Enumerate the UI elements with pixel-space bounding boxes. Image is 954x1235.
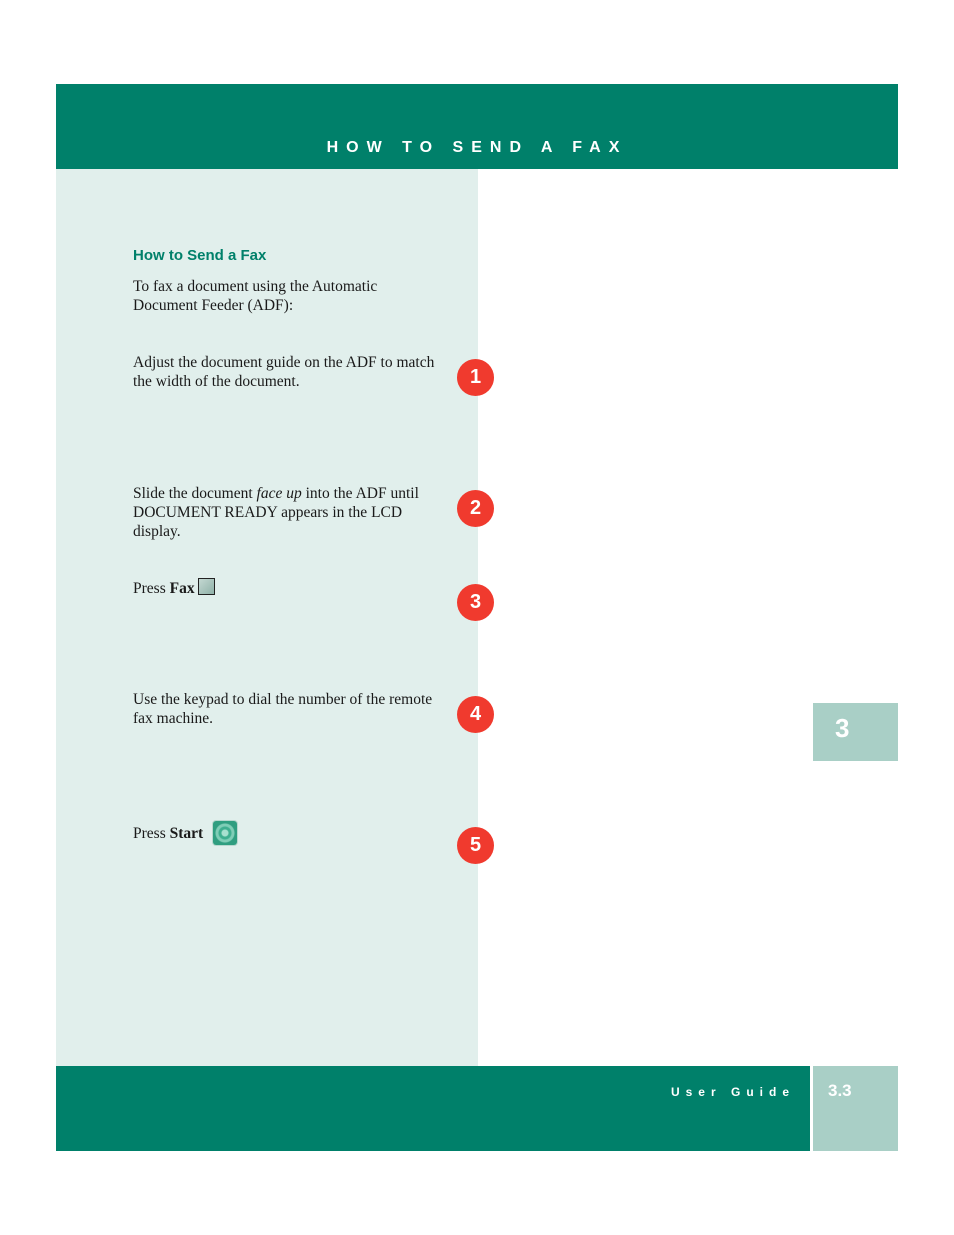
footer-band: User Guide <box>56 1066 810 1151</box>
start-key-icon <box>213 821 238 845</box>
intro-text: To fax a document using the Automatic Do… <box>133 278 378 314</box>
step-2-text-before: Slide the document <box>133 485 257 502</box>
footer-label: User Guide <box>670 1085 795 1099</box>
step-5-text: Press Start <box>133 821 443 845</box>
page-number: 3.3 <box>828 1081 852 1100</box>
chapter-number: 3 <box>835 713 850 743</box>
page-header-title: HOW TO SEND A FAX <box>326 139 628 156</box>
header-band: HOW TO SEND A FAX <box>56 84 898 169</box>
page-number-tab: 3.3 <box>813 1066 898 1151</box>
step-2-text: Slide the document face up into the ADF … <box>133 484 443 541</box>
step-3-badge: 3 <box>457 584 494 621</box>
step-4-badge: 4 <box>457 696 494 733</box>
chapter-tab: 3 <box>813 703 898 761</box>
step-2-badge: 2 <box>457 490 494 527</box>
section-title: How to Send a Fax <box>133 247 267 264</box>
step-5-text-prefix: Press <box>133 825 170 842</box>
step-2-text-italic: face up <box>256 485 302 502</box>
step-1-text: Adjust the document guide on the ADF to … <box>133 354 435 390</box>
step-1-badge: 1 <box>457 359 494 396</box>
step-3-text-prefix: Press <box>133 580 170 597</box>
step-5-badge: 5 <box>457 827 494 864</box>
fax-key-icon <box>197 578 215 595</box>
step-5-key-label: Start <box>169 825 204 842</box>
step-3-key-label: Fax <box>169 580 195 597</box>
step-3-text: Press Fax <box>133 578 443 598</box>
step-4-text: Use the keypad to dial the number of the… <box>133 691 433 727</box>
